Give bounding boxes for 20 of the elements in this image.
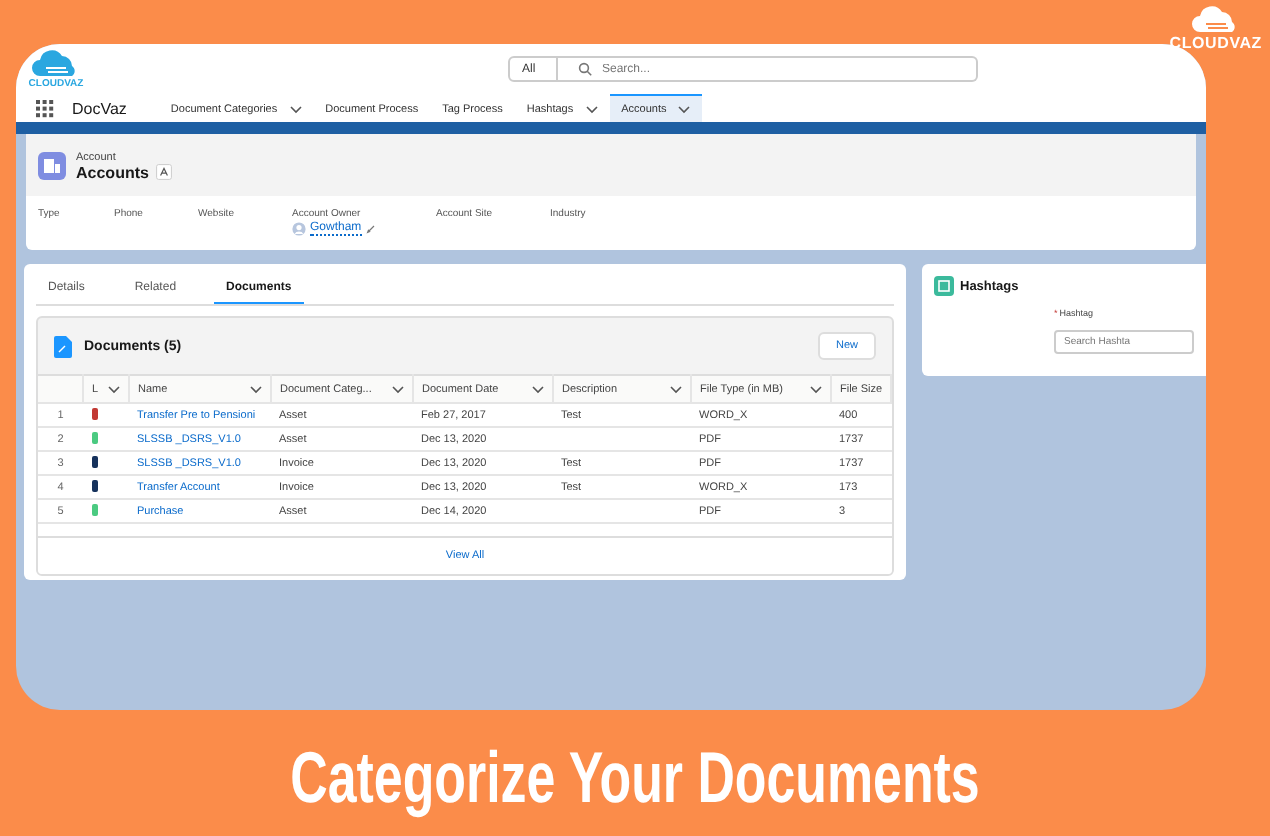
caret-icon (250, 385, 262, 393)
caret-icon (108, 385, 120, 393)
app-launcher-icon (36, 99, 54, 117)
user-avatar-icon (292, 222, 306, 236)
caret-icon (810, 385, 822, 393)
caret-icon (585, 105, 598, 113)
brand-name: CLOUDVAZ (1169, 34, 1262, 52)
record-title: Accounts (76, 163, 149, 181)
caret-icon (678, 105, 691, 113)
app-name: DocVaz (72, 99, 127, 117)
headline: Categorize Your Documents (288, 736, 982, 820)
caret-icon (532, 385, 544, 393)
document-icon (54, 335, 72, 357)
caret-icon (289, 105, 302, 113)
caret-icon (670, 385, 682, 393)
hashtag-icon (934, 276, 954, 296)
pencil-icon (365, 224, 376, 234)
hierarchy-icon (156, 164, 173, 180)
account-icon (38, 152, 66, 180)
caret-icon (392, 385, 404, 393)
